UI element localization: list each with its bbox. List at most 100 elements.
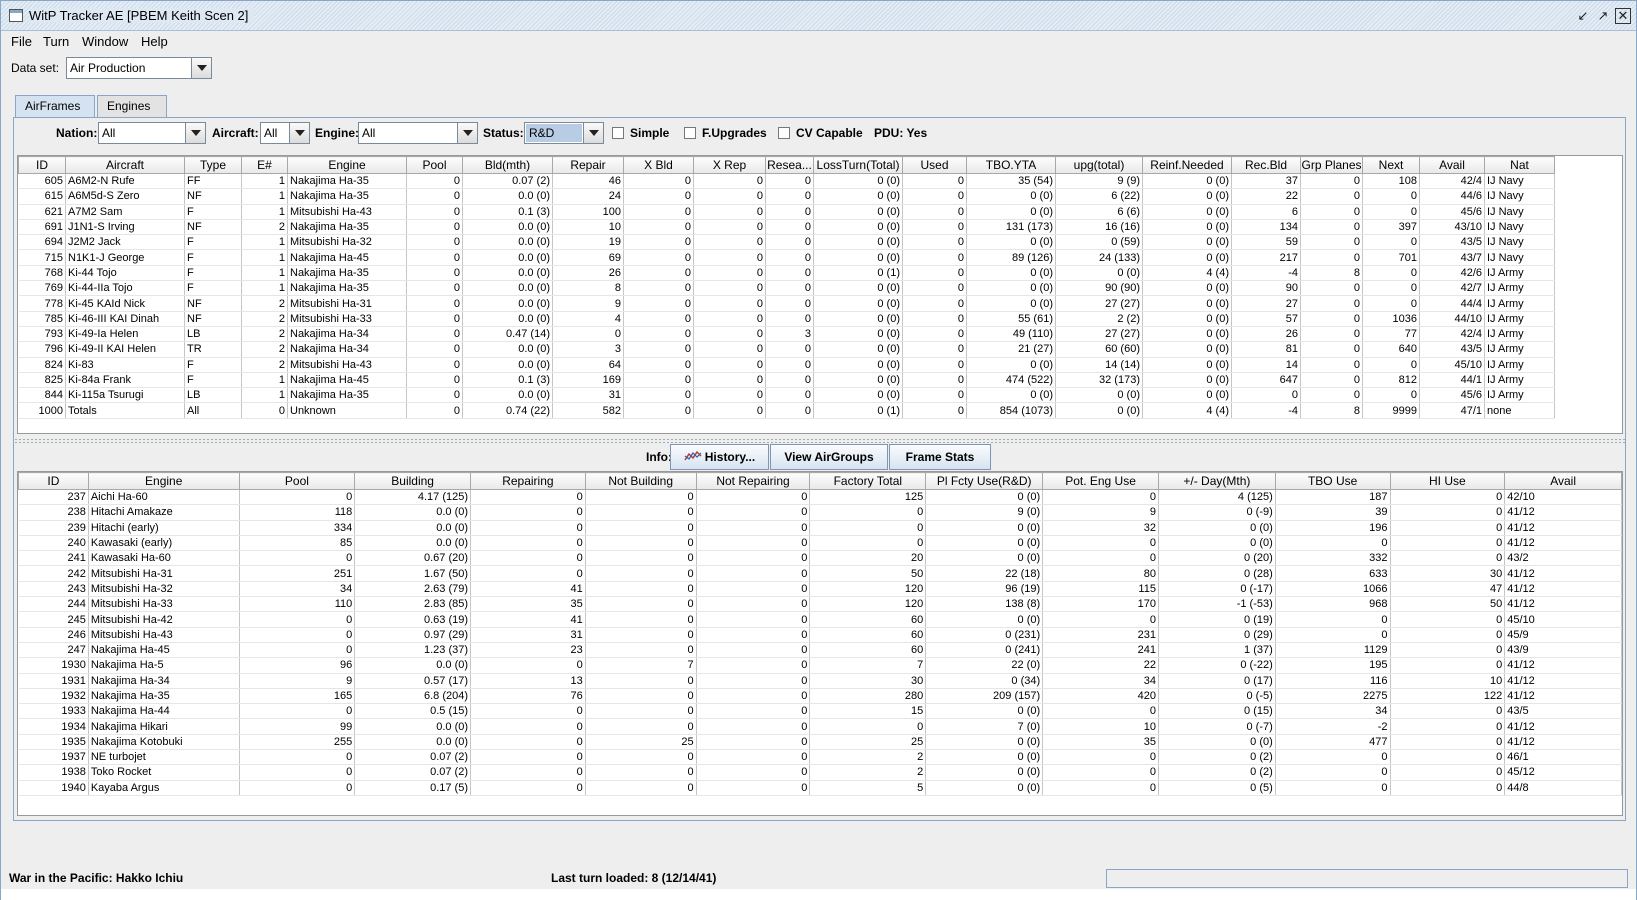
column-header[interactable]: Pot. Eng Use (1042, 472, 1159, 490)
engine-row[interactable]: 241 Kawasaki Ha-60 0 0.67 (20) 0 0 0 20 0 (0) 0 0 … (18, 550, 1622, 567)
column-header[interactable]: Aircraft (65, 156, 185, 174)
maximize-icon[interactable]: ↗ (1595, 8, 1611, 24)
engine-select[interactable]: All (358, 122, 478, 144)
engine-row[interactable]: 243 Mitsubishi Ha-32 34 2.63 (79) 41 0 0 120 96 … (18, 581, 1622, 598)
view-airgroups-button[interactable]: View AirGroups (770, 444, 888, 470)
airframe-row[interactable]: 605 A6M2-N Rufe FF 1 Nakajima Ha-35 0 0.07 (2)… (18, 173, 1555, 190)
simple-checkbox[interactable]: Simple (612, 126, 669, 140)
menu-help[interactable]: Help (141, 31, 168, 53)
column-header[interactable]: TBO Use (1274, 472, 1391, 490)
fupgrades-checkbox[interactable]: F.Upgrades (684, 126, 767, 140)
airframe-row[interactable]: 796 Ki-49-II KAI Helen TR 2 Nakajima Ha-34 0 0… (18, 341, 1555, 358)
engine-row[interactable]: 1932 Nakajima Ha-35 165 6.8 (204) 76 0 0 280 209… (18, 688, 1622, 705)
engine-row[interactable]: 1930 Nakajima Ha-5 96 0.0 (0) 0 7 0 7 22 (0) 22 0 … (18, 657, 1622, 674)
title-bar[interactable]: WitP Tracker AE [PBEM Keith Scen 2] ↙ ↗ … (1, 1, 1636, 31)
airframes-table[interactable]: ID Aircraft Type E# Engine Pool Bld(mth) Repair… (17, 155, 1623, 434)
column-header[interactable]: Engine (87, 472, 240, 490)
column-header[interactable]: X Bld (623, 156, 694, 174)
column-header[interactable]: Factory Total (809, 472, 927, 490)
dataset-select[interactable]: Air Production (66, 57, 212, 79)
column-header[interactable]: Resea... (765, 156, 814, 174)
chevron-down-icon[interactable] (583, 123, 603, 143)
airframe-row[interactable]: 691 J1N1-S Irving NF 2 Nakajima Ha-35 0 0.0 (0… (18, 219, 1555, 236)
frame-stats-button[interactable]: Frame Stats (889, 444, 991, 470)
status-select[interactable]: R&D (524, 122, 604, 144)
airframe-row[interactable]: 793 Ki-49-Ia Helen LB 2 Nakajima Ha-34 0 0.47 … (18, 326, 1555, 343)
engine-row[interactable]: 1938 Toko Rocket 0 0.07 (2) 0 0 0 2 0 (0) 0 0 (2) 0… (18, 764, 1622, 781)
airframe-row[interactable]: 1000 Totals All 0 Unknown 0 0.74 (22) 582 0 0 0 0 (… (18, 402, 1555, 419)
column-header[interactable]: Building (354, 472, 472, 490)
menu-window[interactable]: Window (82, 31, 128, 53)
aircraft-select[interactable]: All (260, 122, 310, 144)
airframe-row[interactable]: 715 N1K1-J George F 1 Nakajima Ha-45 0 0.0 (0)… (18, 249, 1555, 266)
column-header[interactable]: X Rep (693, 156, 766, 174)
engine-row[interactable]: 238 Hitachi Amakaze 118 0.0 (0) 0 0 0 0 9 (0) 9 0 … (18, 504, 1622, 521)
airframe-row[interactable]: 621 A7M2 Sam F 1 Mitsubishi Ha-43 0 0.1 (3) 100… (18, 204, 1555, 220)
column-header[interactable]: Next (1362, 156, 1420, 174)
engine-row[interactable]: 1933 Nakajima Ha-44 0 0.5 (15) 0 0 0 15 0 (0) 0 0 … (18, 703, 1622, 720)
close-icon[interactable]: ✕ (1615, 8, 1631, 24)
engine-row[interactable]: 1931 Nakajima Ha-34 9 0.57 (17) 13 0 0 30 0 (34)… (18, 673, 1622, 689)
column-header[interactable]: Pool (238, 472, 356, 490)
cvcapable-checkbox[interactable]: CV Capable (778, 126, 863, 140)
engine-row[interactable]: 244 Mitsubishi Ha-33 110 2.83 (85) 35 0 0 120 13… (18, 596, 1622, 613)
chevron-down-icon[interactable] (289, 123, 309, 143)
column-header[interactable]: Used (902, 156, 967, 174)
column-header[interactable]: TBO.YTA (966, 156, 1056, 174)
checkbox-icon[interactable] (684, 127, 696, 139)
engines-table[interactable]: ID Engine Pool Building Repairing Not Buildin… (17, 471, 1623, 816)
engine-row[interactable]: 242 Mitsubishi Ha-31 251 1.67 (50) 0 0 0 50 22 (… (18, 565, 1622, 582)
column-header[interactable]: Repair (552, 156, 624, 174)
column-header[interactable]: Engine (287, 156, 407, 174)
column-header[interactable]: Avail (1504, 472, 1622, 490)
engine-row[interactable]: 239 Hitachi (early) 334 0.0 (0) 0 0 0 0 0 (0) 32 0… (18, 520, 1622, 536)
chevron-down-icon[interactable] (185, 123, 205, 143)
engine-row[interactable]: 246 Mitsubishi Ha-43 0 0.97 (29) 31 0 0 60 0 (23… (18, 627, 1622, 643)
column-header[interactable]: Grp Planes (1300, 156, 1363, 174)
column-header[interactable]: HI Use (1389, 472, 1506, 490)
tab-airframes[interactable]: AirFrames (15, 95, 95, 118)
airframe-row[interactable]: 615 A6M5d-S Zero NF 1 Nakajima Ha-35 0 0.0 (0)… (18, 188, 1555, 205)
airframe-row[interactable]: 785 Ki-46-III KAI Dinah NF 2 Mitsubishi Ha-3… (18, 311, 1555, 327)
airframe-row[interactable]: 768 Ki-44 Tojo F 1 Nakajima Ha-35 0 0.0 (0) 26 0… (18, 265, 1555, 282)
chevron-down-icon[interactable] (457, 123, 477, 143)
engine-row[interactable]: 1934 Nakajima Hikari 99 0.0 (0) 0 0 0 0 7 (0) 10 0… (18, 718, 1622, 735)
column-header[interactable]: Rec.Bld (1231, 156, 1301, 174)
nation-select[interactable]: All (98, 122, 206, 144)
column-header[interactable]: Pool (406, 156, 463, 174)
column-header[interactable]: Reinf.Needed (1142, 156, 1232, 174)
column-header[interactable]: ID (18, 156, 66, 174)
column-header[interactable]: Type (184, 156, 242, 174)
menu-turn[interactable]: Turn (43, 31, 69, 53)
column-header[interactable]: ID (18, 472, 89, 490)
column-header[interactable]: Bld(mth) (462, 156, 553, 174)
airframe-row[interactable]: 824 Ki-83 F 2 Mitsubishi Ha-43 0 0.0 (0) 64 0 0 0 0… (18, 357, 1555, 373)
engine-row[interactable]: 245 Mitsubishi Ha-42 0 0.63 (19) 41 0 0 60 0 (0)… (18, 611, 1622, 628)
column-header[interactable]: E# (241, 156, 288, 174)
airframe-row[interactable]: 769 Ki-44-IIa Tojo F 1 Nakajima Ha-35 0 0.0 (0… (18, 280, 1555, 297)
menu-file[interactable]: File (11, 31, 32, 53)
tab-engines[interactable]: Engines (97, 95, 167, 117)
engine-row[interactable]: 247 Nakajima Ha-45 0 1.23 (37) 23 0 0 60 0 (241)… (18, 642, 1622, 659)
minimize-icon[interactable]: ↙ (1575, 8, 1591, 24)
checkbox-icon[interactable] (612, 127, 624, 139)
engine-row[interactable]: 1940 Kayaba Argus 0 0.17 (5) 0 0 0 5 0 (0) 0 0 (5)… (18, 780, 1622, 796)
column-header[interactable]: Not Repairing (695, 472, 811, 490)
airframe-row[interactable]: 778 Ki-45 KAId Nick NF 2 Mitsubishi Ha-31 0 0.… (18, 295, 1555, 312)
airframe-row[interactable]: 825 Ki-84a Frank F 1 Nakajima Ha-45 0 0.1 (3) 1… (18, 372, 1555, 389)
chevron-down-icon[interactable] (191, 58, 211, 78)
engine-row[interactable]: 240 Kawasaki (early) 85 0.0 (0) 0 0 0 0 0 (0) 0 0 … (18, 535, 1622, 552)
column-header[interactable]: Avail (1419, 156, 1485, 174)
column-header[interactable]: Repairing (470, 472, 586, 490)
airframe-row[interactable]: 694 J2M2 Jack F 1 Mitsubishi Ha-32 0 0.0 (0) 19… (18, 234, 1555, 251)
checkbox-icon[interactable] (778, 127, 790, 139)
column-header[interactable]: Not Building (584, 472, 697, 490)
column-header[interactable]: Pl Fcty Use(R&D) (925, 472, 1044, 490)
airframe-row[interactable]: 844 Ki-115a Tsurugi LB 1 Nakajima Ha-35 0 0.0 … (18, 387, 1555, 404)
engine-row[interactable]: 1937 NE turbojet 0 0.07 (2) 0 0 0 2 0 (0) 0 0 (2) 0… (18, 749, 1622, 766)
column-header[interactable]: upg(total) (1055, 156, 1143, 174)
engine-row[interactable]: 1935 Nakajima Kotobuki 255 0.0 (0) 0 25 0 25 0 (… (18, 734, 1622, 751)
history-button[interactable]: History... (670, 444, 769, 470)
engine-row[interactable]: 237 Aichi Ha-60 0 4.17 (125) 0 0 0 125 0 (0) 0 4 (… (18, 489, 1622, 506)
column-header[interactable]: LossTurn(Total) (813, 156, 903, 174)
